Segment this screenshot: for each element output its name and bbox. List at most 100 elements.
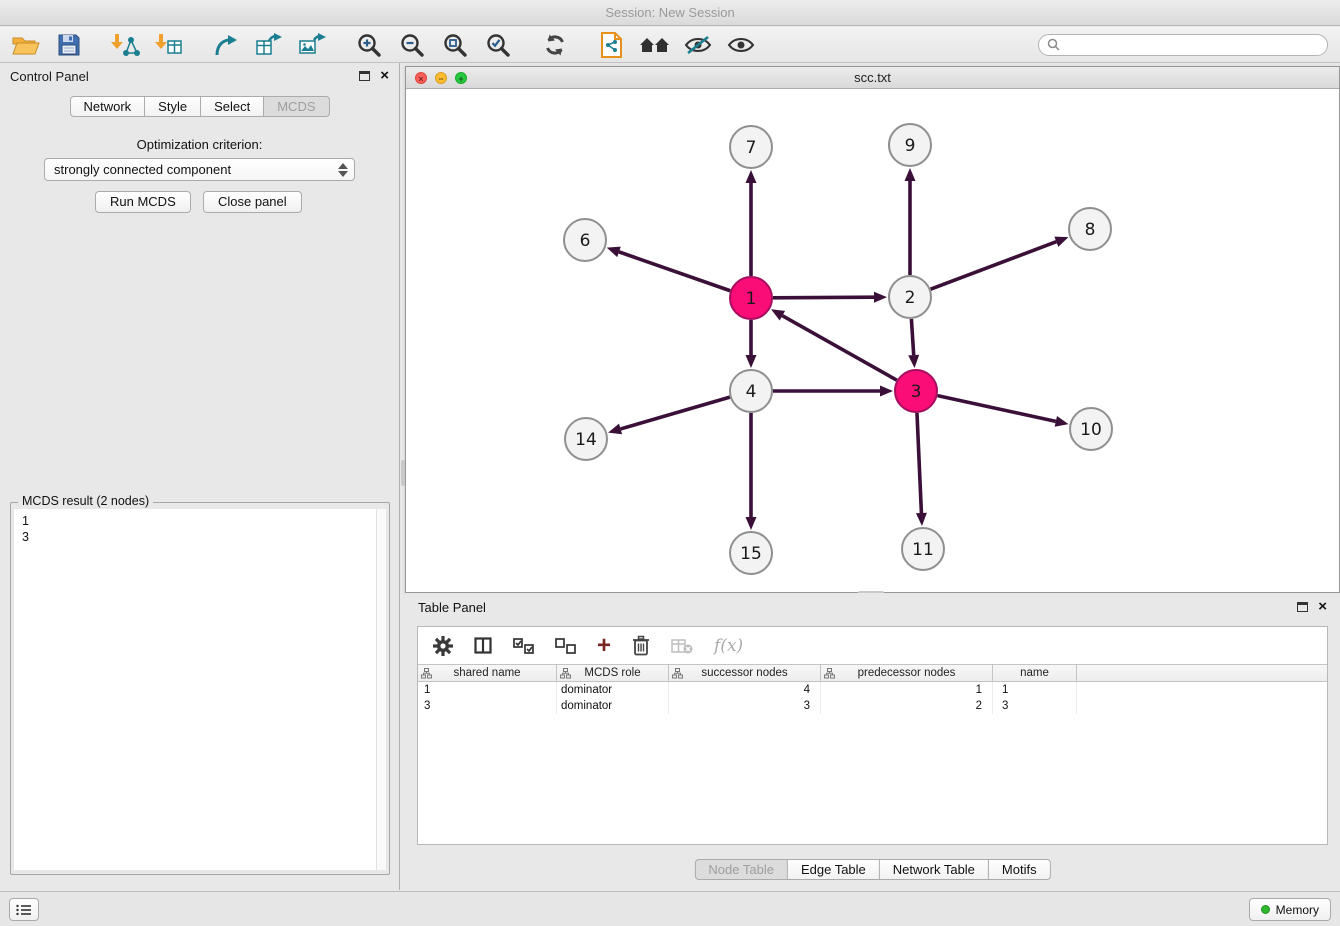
- refresh-network-button[interactable]: [537, 29, 573, 61]
- criterion-dropdown[interactable]: strongly connected component: [44, 158, 355, 181]
- result-scrollbar[interactable]: [376, 509, 386, 870]
- edge-arrowhead-icon: [916, 513, 927, 526]
- column-header-shared-name[interactable]: shared name: [418, 665, 557, 681]
- table-row[interactable]: 3 dominator 3 2 3: [418, 698, 1327, 714]
- window-titlebar[interactable]: Session: New Session: [0, 0, 1340, 26]
- import-network-button[interactable]: [108, 29, 144, 61]
- add-column-button[interactable]: +: [597, 636, 611, 656]
- export-table-button[interactable]: [251, 29, 287, 61]
- graph-node-15[interactable]: 15: [730, 532, 772, 574]
- search-icon: [1047, 38, 1060, 51]
- zoom-selected-button[interactable]: [480, 29, 516, 61]
- float-panel-icon[interactable]: [359, 71, 370, 81]
- svg-text:2: 2: [905, 288, 916, 308]
- birds-eye-view-button[interactable]: [723, 29, 759, 61]
- table-row[interactable]: 1 dominator 4 1 1: [418, 682, 1327, 698]
- tab-edge-table[interactable]: Edge Table: [788, 859, 880, 880]
- column-header-predecessor-nodes[interactable]: predecessor nodes: [821, 665, 993, 681]
- cell-name[interactable]: 1: [993, 682, 1077, 698]
- export-network-file-button[interactable]: [594, 29, 630, 61]
- cell-mcds-role[interactable]: dominator: [557, 682, 669, 698]
- zoom-fit-button[interactable]: [437, 29, 473, 61]
- open-file-button[interactable]: [8, 29, 44, 61]
- column-header-mcds-role[interactable]: MCDS role: [557, 665, 669, 681]
- cell-mcds-role[interactable]: dominator: [557, 698, 669, 714]
- memory-button[interactable]: Memory: [1249, 898, 1331, 921]
- hide-graphics-details-button[interactable]: [680, 29, 716, 61]
- import-table-button[interactable]: [151, 29, 187, 61]
- optimization-criterion-label: Optimization criterion:: [0, 137, 399, 152]
- show-columns-button[interactable]: [474, 637, 492, 654]
- search-field[interactable]: [1038, 34, 1328, 56]
- close-table-panel-icon[interactable]: ×: [1318, 600, 1327, 614]
- vertical-split-handle[interactable]: [401, 460, 405, 486]
- graph-node-11[interactable]: 11: [902, 528, 944, 570]
- refresh-icon: [542, 32, 568, 58]
- tab-network-table[interactable]: Network Table: [880, 859, 989, 880]
- gear-icon: [433, 636, 453, 656]
- memory-label: Memory: [1276, 903, 1319, 917]
- zoom-out-button[interactable]: [394, 29, 430, 61]
- function-builder-button[interactable]: f(x): [714, 636, 743, 656]
- graph-edge-1-2[interactable]: [773, 297, 874, 298]
- network-canvas[interactable]: 7 9 6 8 1 2 4 3 14 10 15 11: [406, 90, 1339, 592]
- graph-node-8[interactable]: 8: [1069, 208, 1111, 250]
- column-settings-button[interactable]: [433, 636, 453, 656]
- cell-shared-name[interactable]: 1: [418, 682, 557, 698]
- graph-edge-3-1[interactable]: [782, 316, 896, 381]
- column-header-successor-nodes[interactable]: successor nodes: [669, 665, 821, 681]
- graph-edge-3-10[interactable]: [937, 396, 1055, 422]
- cell-successor-nodes[interactable]: 3: [669, 698, 821, 714]
- close-panel-button[interactable]: Close panel: [203, 191, 302, 213]
- graph-node-7[interactable]: 7: [730, 126, 772, 168]
- delete-column-button[interactable]: [632, 635, 650, 656]
- edge-arrowhead-icon: [746, 517, 757, 530]
- attribute-icon: [421, 668, 432, 679]
- zoom-window-icon[interactable]: +: [455, 72, 467, 84]
- save-session-button[interactable]: [51, 29, 87, 61]
- tab-network[interactable]: Network: [69, 96, 145, 117]
- run-mcds-button[interactable]: Run MCDS: [95, 191, 191, 213]
- attribute-icon: [560, 668, 571, 679]
- close-window-icon[interactable]: ×: [415, 72, 427, 84]
- graph-edge-3-11[interactable]: [917, 413, 921, 513]
- task-history-button[interactable]: [9, 898, 39, 921]
- deselect-all-columns-button[interactable]: [555, 638, 576, 654]
- minimize-window-icon[interactable]: −: [435, 72, 447, 84]
- graph-edge-1-6[interactable]: [619, 252, 730, 291]
- export-network-button[interactable]: [208, 29, 244, 61]
- export-image-button[interactable]: [294, 29, 330, 61]
- cell-predecessor-nodes[interactable]: 1: [821, 682, 993, 698]
- graph-node-9[interactable]: 9: [889, 124, 931, 166]
- tab-select[interactable]: Select: [201, 96, 264, 117]
- cell-successor-nodes[interactable]: 4: [669, 682, 821, 698]
- graph-node-1[interactable]: 1: [730, 277, 772, 319]
- graph-edge-4-14[interactable]: [621, 397, 730, 429]
- graph-node-2[interactable]: 2: [889, 276, 931, 318]
- zoom-in-button[interactable]: [351, 29, 387, 61]
- cell-predecessor-nodes[interactable]: 2: [821, 698, 993, 714]
- close-panel-icon[interactable]: ×: [380, 69, 389, 83]
- network-window-titlebar[interactable]: × − + scc.txt: [406, 67, 1339, 89]
- graph-edge-2-8[interactable]: [931, 242, 1057, 290]
- list-icon: [16, 904, 32, 916]
- search-input[interactable]: [1066, 38, 1319, 52]
- delete-table-button[interactable]: [671, 638, 693, 654]
- select-all-columns-button[interactable]: [513, 638, 534, 654]
- graph-node-14[interactable]: 14: [565, 418, 607, 460]
- graph-node-3[interactable]: 3: [895, 370, 937, 412]
- tab-style[interactable]: Style: [145, 96, 201, 117]
- tab-motifs[interactable]: Motifs: [989, 859, 1051, 880]
- graph-node-4[interactable]: 4: [730, 370, 772, 412]
- graph-edge-2-3[interactable]: [911, 319, 913, 355]
- cell-shared-name[interactable]: 3: [418, 698, 557, 714]
- column-header-name[interactable]: name: [993, 665, 1077, 681]
- eye-icon: [727, 35, 755, 55]
- graph-node-6[interactable]: 6: [564, 219, 606, 261]
- first-neighbors-button[interactable]: [637, 29, 673, 61]
- float-table-panel-icon[interactable]: [1297, 602, 1308, 612]
- tab-mcds[interactable]: MCDS: [264, 96, 329, 117]
- graph-node-10[interactable]: 10: [1070, 408, 1112, 450]
- tab-node-table[interactable]: Node Table: [694, 859, 788, 880]
- cell-name[interactable]: 3: [993, 698, 1077, 714]
